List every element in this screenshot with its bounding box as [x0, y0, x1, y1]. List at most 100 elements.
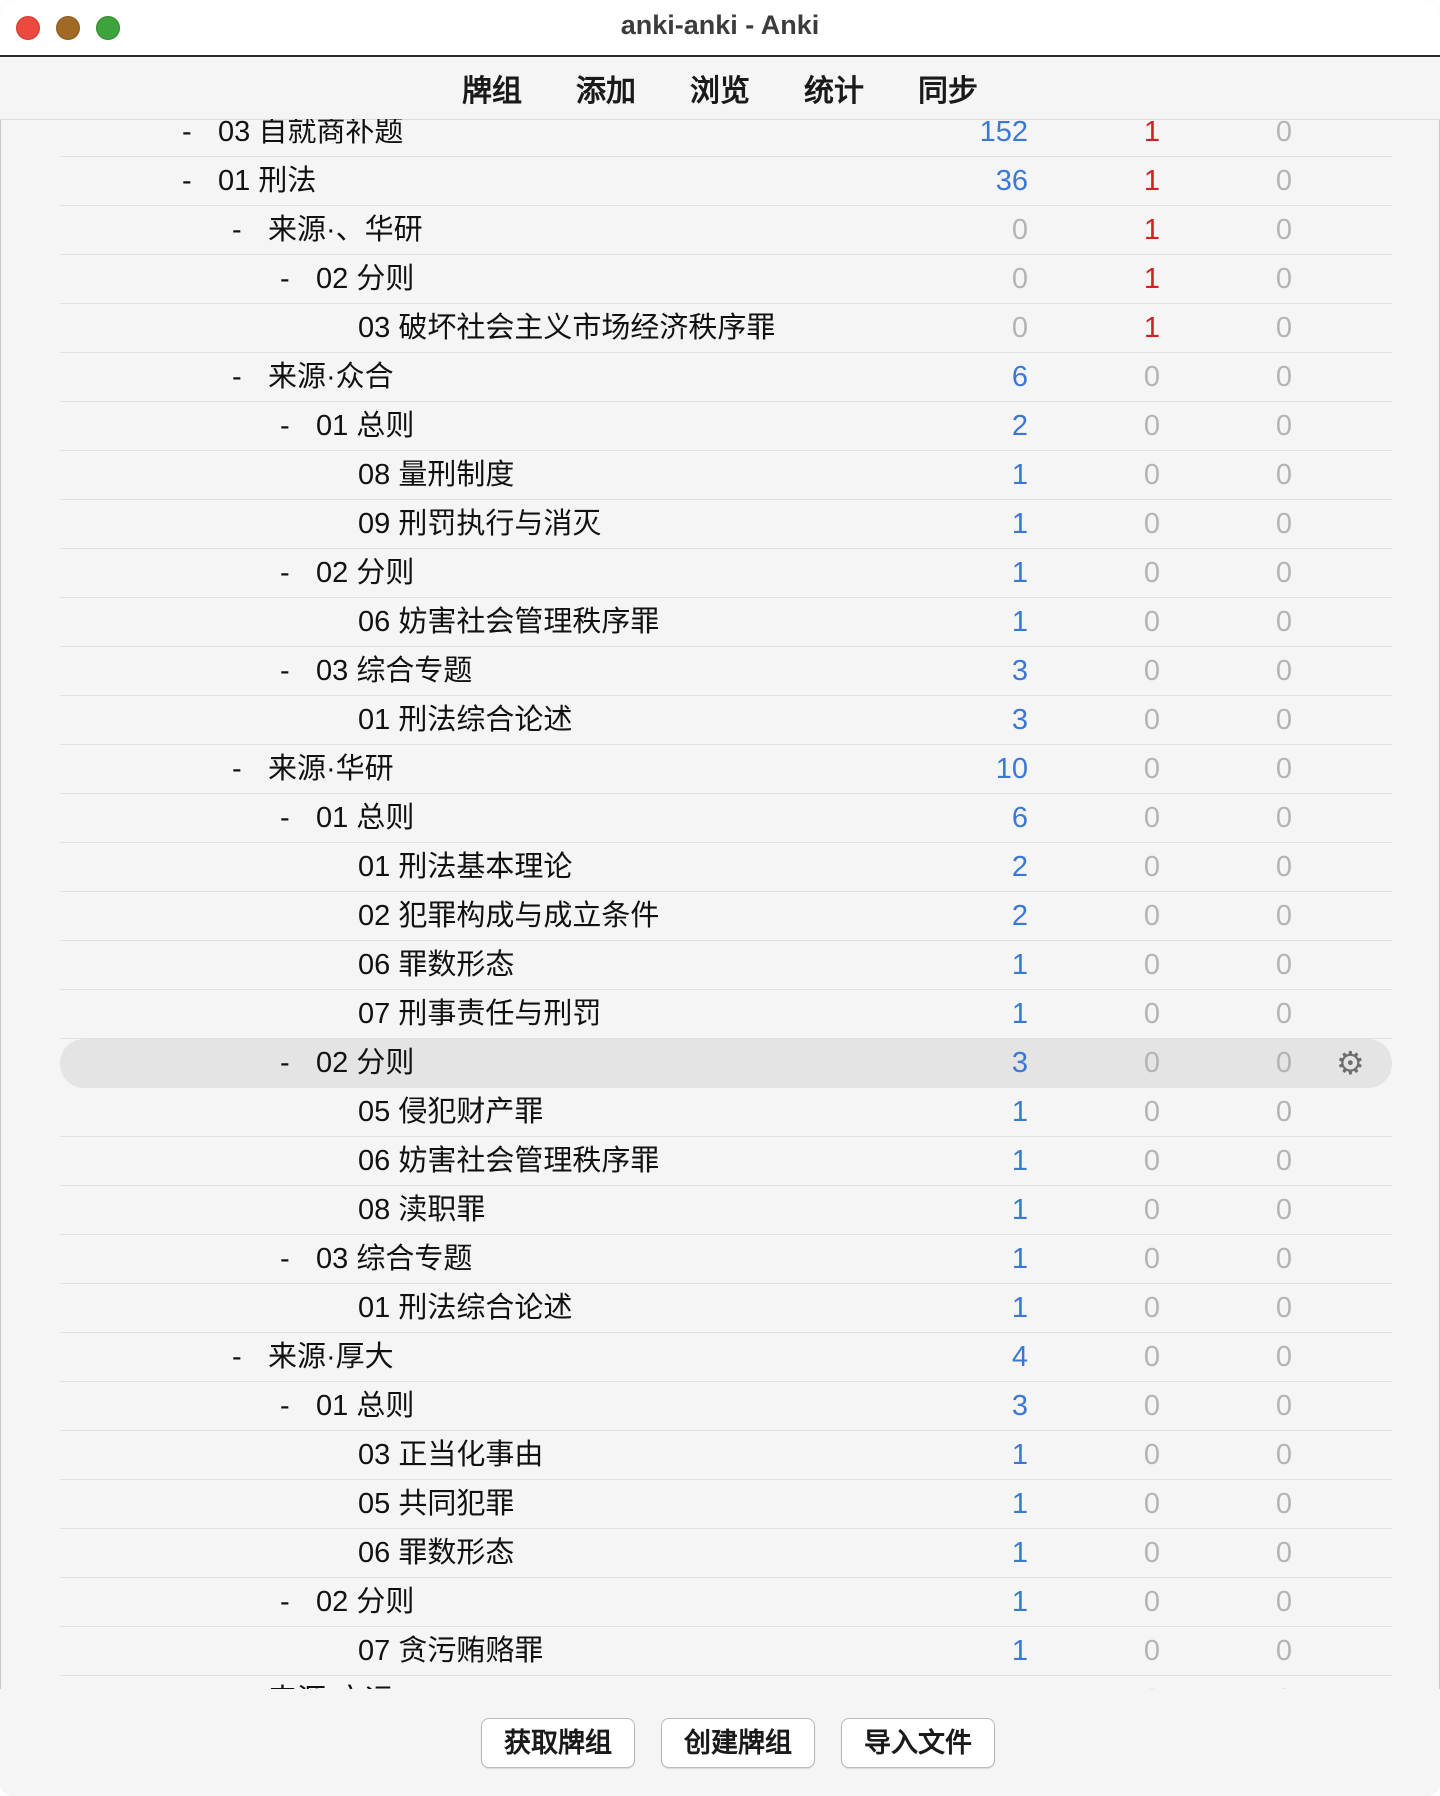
collapse-toggle[interactable]: - [182, 157, 218, 206]
collapse-toggle[interactable]: - [280, 255, 316, 304]
deck-row[interactable]: -03 综合专题 3 0 0 [60, 647, 1392, 696]
deck-row[interactable]: -01 总则 3 0 0 [60, 1382, 1392, 1431]
deck-row[interactable]: 03 破坏社会主义市场经济秩序罪 0 1 0 [60, 304, 1392, 353]
deck-row[interactable]: 01 刑法综合论述 1 0 0 [60, 1284, 1392, 1333]
deck-row[interactable]: 08 渎职罪 1 0 0 [60, 1186, 1392, 1235]
deck-name-link[interactable]: 02 犯罪构成与成立条件 [358, 900, 659, 932]
deck-row[interactable]: 06 妨害社会管理秩序罪 1 0 0 [60, 598, 1392, 647]
deck-row[interactable]: 08 量刑制度 1 0 0 [60, 451, 1392, 500]
deck-row-current[interactable]: -02 分则 3 0 0 ⚙ [60, 1039, 1392, 1088]
deck-name-link[interactable]: 03 正当化事由 [358, 1439, 543, 1471]
deck-name-link[interactable]: 07 贪污贿赂罪 [358, 1635, 543, 1667]
import-file-button[interactable]: 导入文件 [841, 1718, 995, 1768]
deck-name-link[interactable]: 03 综合专题 [316, 655, 472, 687]
deck-name-link[interactable]: 08 量刑制度 [358, 459, 514, 491]
collapse-toggle[interactable]: - [280, 1235, 316, 1284]
due-count: 0 [1275, 312, 1292, 344]
deck-row[interactable]: 09 刑罚执行与消灭 1 0 0 [60, 500, 1392, 549]
deck-row[interactable]: -01 刑法 36 1 0 [60, 157, 1392, 206]
deck-row[interactable]: -来源·文运 7 0 0 [60, 1676, 1392, 1689]
deck-name-link[interactable]: 来源·华研 [268, 753, 394, 785]
deck-row[interactable]: 03 正当化事由 1 0 0 [60, 1431, 1392, 1480]
deck-row[interactable]: -01 总则 6 0 0 [60, 794, 1392, 843]
collapse-toggle[interactable]: - [280, 549, 316, 598]
deck-row[interactable]: 05 侵犯财产罪 1 0 0 [60, 1088, 1392, 1137]
deck-name-link[interactable]: 03 综合专题 [316, 1243, 472, 1275]
deck-name-link[interactable]: 09 刑罚执行与消灭 [358, 508, 601, 540]
get-shared-decks-button[interactable]: 获取牌组 [481, 1718, 635, 1768]
deck-row[interactable]: -01 总则 2 0 0 [60, 402, 1392, 451]
deck-name-link[interactable]: 02 分则 [316, 263, 414, 295]
collapse-toggle[interactable]: - [232, 206, 268, 255]
deck-row[interactable]: 05 共同犯罪 1 0 0 [60, 1480, 1392, 1529]
deck-name-link[interactable]: 来源·、华研 [268, 214, 423, 246]
due-count: 0 [1275, 214, 1292, 246]
deck-row[interactable]: -02 分则 1 0 0 [60, 1578, 1392, 1627]
collapse-toggle[interactable]: - [280, 647, 316, 696]
collapse-toggle[interactable]: - [280, 1039, 316, 1088]
deck-name-link[interactable]: 01 刑法综合论述 [358, 704, 572, 736]
collapse-toggle[interactable]: - [232, 1333, 268, 1382]
deck-row[interactable]: 07 贪污贿赂罪 1 0 0 [60, 1627, 1392, 1676]
deck-row[interactable]: -02 分则 1 0 0 [60, 549, 1392, 598]
toolbar-tab-sync[interactable]: 同步 [918, 66, 978, 110]
due-count: 0 [1275, 1145, 1292, 1177]
deck-row[interactable]: 06 妨害社会管理秩序罪 1 0 0 [60, 1137, 1392, 1186]
gear-icon[interactable]: ⚙ [1336, 1047, 1368, 1079]
deck-row[interactable]: - 来源·、华研 0 1 0 [60, 206, 1392, 255]
deck-row[interactable]: 06 罪数形态 1 0 0 [60, 1529, 1392, 1578]
create-deck-button[interactable]: 创建牌组 [661, 1718, 815, 1768]
toolbar-tab-stats[interactable]: 统计 [804, 66, 864, 110]
collapse-toggle[interactable]: - [232, 1676, 268, 1689]
collapse-toggle[interactable]: - [280, 402, 316, 451]
deck-row[interactable]: - 来源·华研 10 0 0 [60, 745, 1392, 794]
toolbar-tab-add[interactable]: 添加 [576, 66, 636, 110]
deck-row[interactable]: 06 罪数形态 1 0 0 [60, 941, 1392, 990]
deck-name-link[interactable]: 来源·厚大 [268, 1341, 394, 1373]
deck-name-link[interactable]: 01 刑法 [218, 165, 316, 197]
deck-name-link[interactable]: 08 渎职罪 [358, 1194, 485, 1226]
deck-name-link[interactable]: 02 分则 [316, 1047, 414, 1079]
deck-name-link[interactable]: 01 总则 [316, 1390, 414, 1422]
collapse-toggle[interactable]: - [232, 745, 268, 794]
deck-name-link[interactable]: 来源·众合 [268, 361, 394, 393]
collapse-toggle[interactable]: - [280, 794, 316, 843]
deck-name-link[interactable]: 03 破坏社会主义市场经济秩序罪 [358, 312, 775, 344]
toolbar-tab-decks[interactable]: 牌组 [462, 66, 522, 110]
deck-name-link[interactable]: 05 侵犯财产罪 [358, 1096, 543, 1128]
deck-name-link[interactable]: 02 分则 [316, 1586, 414, 1618]
deck-row[interactable]: 01 刑法综合论述 3 0 0 [60, 696, 1392, 745]
deck-name-link[interactable]: 06 妨害社会管理秩序罪 [358, 606, 659, 638]
deck-list-viewport[interactable]: -03 自就商补题 152 1 0-01 刑法 36 1 0- 来源·、华研 0 1 0-02 分则… [60, 119, 1392, 1689]
collapse-toggle[interactable]: - [280, 1382, 316, 1431]
deck-row[interactable]: - 来源·众合 6 0 0 [60, 353, 1392, 402]
deck-name-cell: 01 刑法基本理论 [358, 843, 572, 892]
deck-name-link[interactable]: 03 自就商补题 [218, 119, 403, 148]
collapse-toggle[interactable]: - [182, 119, 218, 157]
deck-name-link[interactable]: 05 共同犯罪 [358, 1488, 514, 1520]
collapse-toggle[interactable]: - [232, 353, 268, 402]
deck-name-link[interactable]: 06 罪数形态 [358, 949, 514, 981]
deck-row[interactable]: 07 刑事责任与刑罚 1 0 0 [60, 990, 1392, 1039]
deck-name-link[interactable]: 06 妨害社会管理秩序罪 [358, 1145, 659, 1177]
deck-row[interactable]: -02 分则 0 1 0 [60, 255, 1392, 304]
deck-name-link[interactable]: 01 总则 [316, 410, 414, 442]
new-count: 152 [979, 119, 1028, 148]
toolbar-tab-browse[interactable]: 浏览 [690, 66, 750, 110]
new-count: 1 [1011, 1586, 1028, 1618]
deck-row[interactable]: -03 自就商补题 152 1 0 [60, 119, 1392, 157]
due-count: 0 [1275, 1390, 1292, 1422]
deck-row[interactable]: - 来源·厚大 4 0 0 [60, 1333, 1392, 1382]
deck-name-link[interactable]: 07 刑事责任与刑罚 [358, 998, 601, 1030]
deck-row[interactable]: -03 综合专题 1 0 0 [60, 1235, 1392, 1284]
deck-name-link[interactable]: 01 刑法基本理论 [358, 851, 572, 883]
collapse-toggle[interactable]: - [280, 1578, 316, 1627]
deck-name-link[interactable]: 01 刑法综合论述 [358, 1292, 572, 1324]
title-bar[interactable]: anki-anki - Anki [0, 0, 1440, 57]
deck-name-link[interactable]: 06 罪数形态 [358, 1537, 514, 1569]
new-count: 1 [1011, 557, 1028, 589]
deck-name-link[interactable]: 01 总则 [316, 802, 414, 834]
deck-row[interactable]: 01 刑法基本理论 2 0 0 [60, 843, 1392, 892]
deck-name-link[interactable]: 02 分则 [316, 557, 414, 589]
deck-row[interactable]: 02 犯罪构成与成立条件 2 0 0 [60, 892, 1392, 941]
